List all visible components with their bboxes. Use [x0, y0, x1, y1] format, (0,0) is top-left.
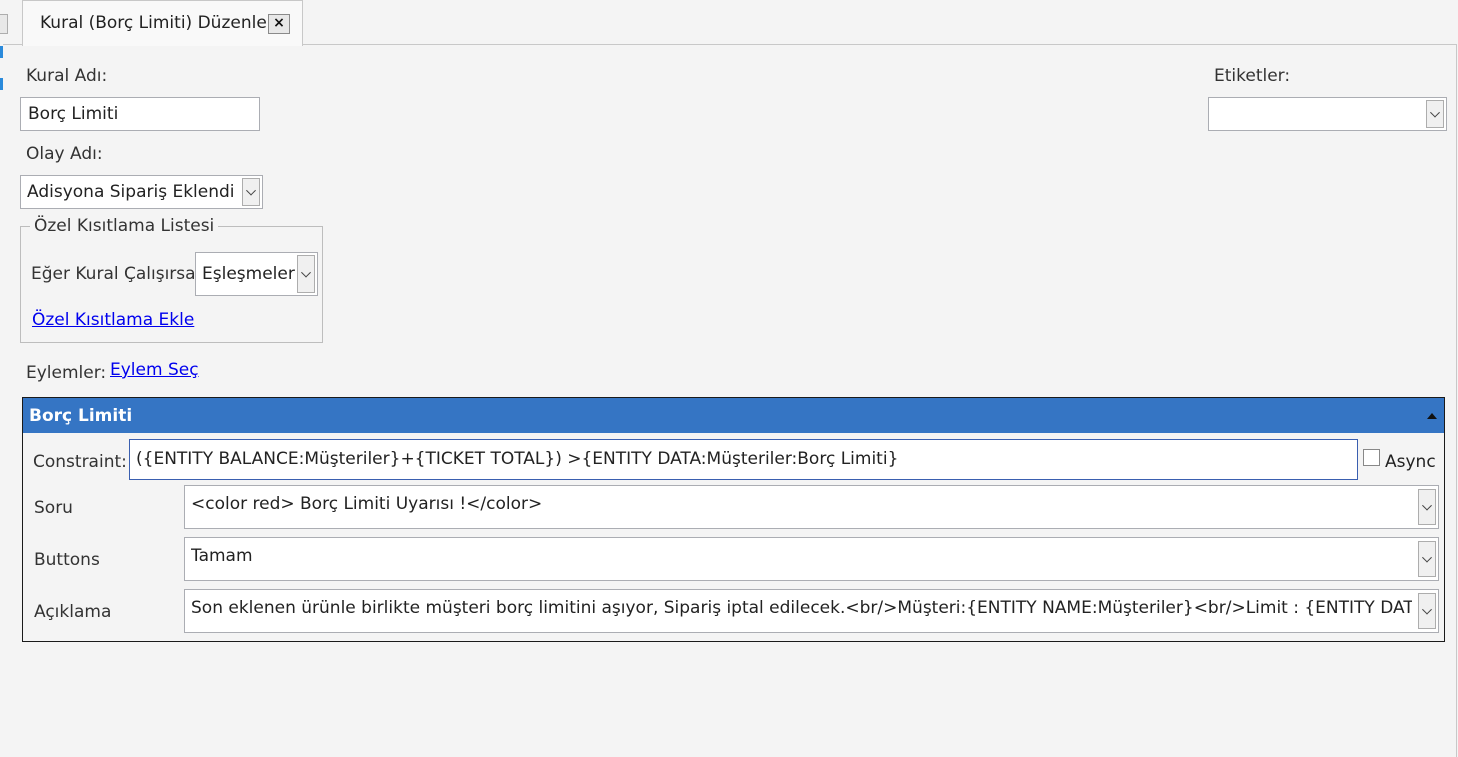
tags-dropdown-button[interactable]	[1426, 100, 1444, 128]
tab-bar: Kural (Borç Limiti) Düzenle ×	[0, 0, 1458, 46]
action-panel-debt-limit: Borç Limiti Constraint: ({ENTITY BALANCE…	[22, 397, 1445, 642]
buttons-label: Buttons	[34, 550, 100, 570]
buttons-combobox[interactable]: Tamam	[184, 537, 1439, 581]
if-rule-runs-combobox[interactable]: Eşleşmeler	[195, 252, 318, 296]
async-checkbox[interactable]	[1363, 449, 1380, 466]
question-dropdown-button[interactable]	[1418, 489, 1436, 525]
chevron-down-icon	[246, 185, 256, 196]
description-value: Son eklenen ürünle birlikte müşteri borç…	[191, 598, 1412, 618]
action-panel-header[interactable]: Borç Limiti	[23, 398, 1444, 433]
buttons-dropdown-button[interactable]	[1418, 541, 1436, 577]
collapse-triangle-icon[interactable]	[1427, 413, 1437, 419]
custom-constraints-legend: Özel Kısıtlama Listesi	[30, 216, 219, 236]
rule-editor-window: Kural Adı: Borç Limiti Etiketler: Olay A…	[0, 0, 1458, 757]
tags-combobox[interactable]	[1208, 97, 1447, 131]
tags-label: Etiketler:	[1214, 66, 1291, 86]
constraint-label: Constraint:	[33, 452, 127, 472]
chevron-down-icon	[1430, 107, 1440, 118]
if-rule-runs-label: Eğer Kural Çalışırsa	[31, 264, 196, 284]
buttons-value: Tamam	[191, 546, 253, 566]
rule-name-input[interactable]: Borç Limiti	[20, 97, 260, 131]
description-combobox[interactable]: Son eklenen ürünle birlikte müşteri borç…	[184, 589, 1439, 633]
constraint-input[interactable]: ({ENTITY BALANCE:Müşteriler}+{TICKET TOT…	[129, 439, 1358, 480]
close-icon[interactable]: ×	[268, 14, 290, 34]
rule-name-label: Kural Adı:	[26, 66, 108, 86]
event-name-dropdown-button[interactable]	[242, 178, 260, 206]
tab-title: Kural (Borç Limiti) Düzenle	[40, 13, 267, 33]
question-value: <color red> Borç Limiti Uyarısı !</color…	[191, 494, 543, 514]
async-label: Async	[1385, 452, 1436, 472]
event-name-combobox[interactable]: Adisyona Sipariş Eklendi	[20, 175, 263, 209]
if-rule-runs-dropdown-button[interactable]	[297, 255, 315, 293]
action-panel-title: Borç Limiti	[29, 406, 133, 426]
event-name-label: Olay Adı:	[26, 144, 103, 164]
event-name-value: Adisyona Sipariş Eklendi	[27, 182, 235, 202]
chevron-down-icon	[1422, 604, 1432, 615]
question-label: Soru	[34, 498, 73, 518]
question-combobox[interactable]: <color red> Borç Limiti Uyarısı !</color…	[184, 485, 1439, 529]
custom-constraints-group: Özel Kısıtlama Listesi Eğer Kural Çalışı…	[20, 216, 323, 343]
select-action-link[interactable]: Eylem Seç	[110, 360, 199, 380]
description-label: Açıklama	[34, 602, 112, 622]
chevron-down-icon	[1422, 500, 1432, 511]
add-custom-constraint-link[interactable]: Özel Kısıtlama Ekle	[32, 310, 194, 330]
tab-edit-rule[interactable]: Kural (Borç Limiti) Düzenle ×	[22, 0, 303, 46]
chevron-down-icon	[301, 267, 311, 278]
chevron-down-icon	[1422, 552, 1432, 563]
actions-label: Eylemler:	[26, 363, 107, 383]
if-rule-runs-value: Eşleşmeler	[202, 264, 295, 284]
editor-content: Kural Adı: Borç Limiti Etiketler: Olay A…	[3, 44, 1457, 757]
description-dropdown-button[interactable]	[1418, 593, 1436, 629]
